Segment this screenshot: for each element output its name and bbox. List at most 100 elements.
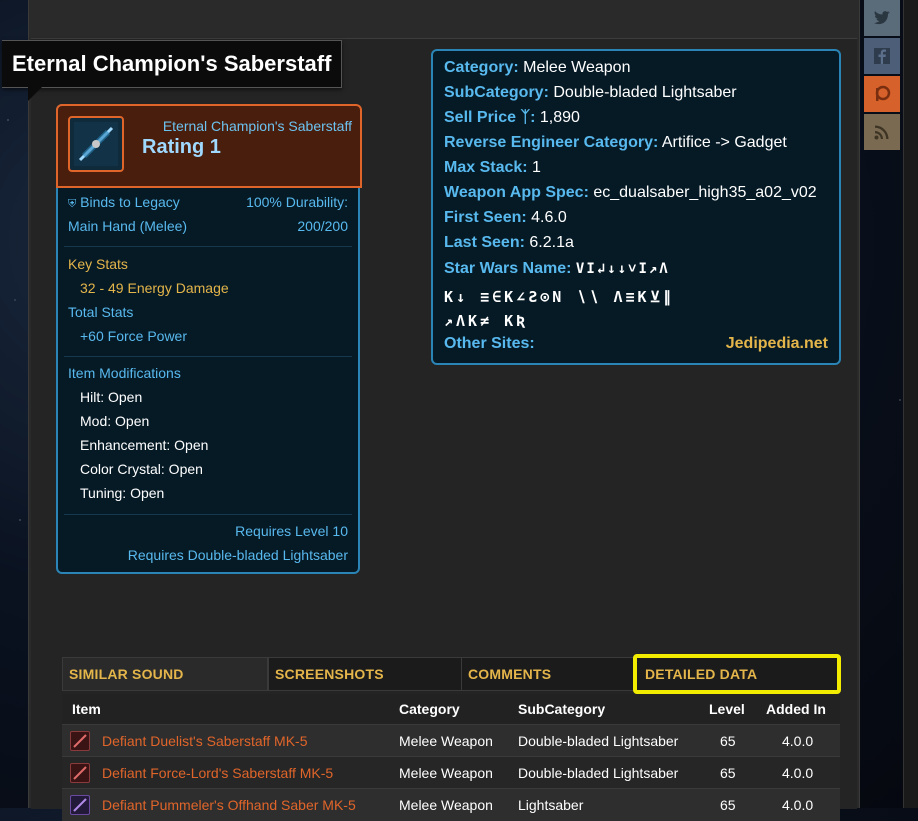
rss-button[interactable] <box>864 114 900 150</box>
header-level: Level <box>709 701 745 717</box>
total-stat-value: +60 Force Power <box>80 328 187 344</box>
re-category-row: Reverse Engineer Category: Artifice -> G… <box>444 134 787 152</box>
max-stack-label: Max Stack: <box>444 159 528 176</box>
divider <box>64 356 352 357</box>
mods-label: Item Modifications <box>68 365 181 381</box>
twitter-button[interactable] <box>864 0 900 36</box>
first-seen-value: 4.6.0 <box>531 209 567 226</box>
credits-icon: ᛉ <box>520 109 531 126</box>
last-seen-row: Last Seen: 6.2.1a <box>444 234 574 252</box>
saberstaff-icon <box>70 763 90 783</box>
star-wars-name-label: Star Wars Name: <box>444 260 572 277</box>
re-category-value: Artifice -> Gadget <box>661 134 787 151</box>
mod-tuning: Tuning: Open <box>80 485 165 501</box>
row-category: Melee Weapon <box>399 733 493 749</box>
aurebesh-line-3: ↗ΛK≠ KƦ <box>444 312 529 330</box>
row-added-in: 4.0.0 <box>782 733 814 749</box>
divider <box>64 246 352 247</box>
last-seen-value: 6.2.1a <box>529 234 574 251</box>
table-row[interactable]: Defiant Duelist's Saberstaff MK-5 Melee … <box>62 724 840 757</box>
weapon-spec-row: Weapon App Spec: ec_dualsaber_high35_a02… <box>444 184 817 202</box>
durability-value: 200/200 <box>297 218 348 234</box>
requires-level: Requires Level 10 <box>235 523 348 539</box>
weapon-spec-value: ec_dualsaber_high35_a02_v02 <box>593 184 817 201</box>
other-sites-label: Other Sites: <box>444 335 535 352</box>
item-info-box: Category: Melee Weapon SubCategory: Doub… <box>431 49 841 365</box>
category-label: Category: <box>444 59 519 76</box>
mod-enhancement: Enhancement: Open <box>80 437 209 453</box>
row-item-link[interactable]: Defiant Pummeler's Offhand Saber MK-5 <box>102 797 356 813</box>
aurebesh-line-1: VI↲↓↓˅Ι↗Λ <box>575 261 670 277</box>
category-value: Melee Weapon <box>523 59 631 76</box>
row-category: Melee Weapon <box>399 797 493 813</box>
durability-label: 100% Durability: <box>246 194 348 210</box>
other-sites-row: Other Sites: <box>444 335 535 353</box>
star-wars-name-row: Star Wars Name: VI↲↓↓˅Ι↗Λ <box>444 260 670 278</box>
page-scrollbar[interactable] <box>903 0 918 808</box>
aurebesh-line-2: K↓ ≡∈K∠Ƨ⊙Ν ∖∖ Λ≡K⊻∥ <box>444 288 675 306</box>
patreon-icon <box>875 85 891 101</box>
rss-icon <box>874 125 889 140</box>
row-level: 65 <box>720 797 736 813</box>
subcategory-value: Double-bladed Lightsaber <box>553 84 737 101</box>
subcategory-row: SubCategory: Double-bladed Lightsaber <box>444 84 737 102</box>
saberstaff-icon <box>68 116 124 172</box>
item-rating: Rating 1 <box>142 136 221 158</box>
divider <box>64 514 352 515</box>
table-header: Item Category SubCategory Level Added In <box>62 694 840 724</box>
tab-similar-sound[interactable]: SIMILAR SOUND <box>62 657 268 691</box>
tab-detailed-data[interactable]: DETAILED DATA <box>634 657 840 691</box>
table-row[interactable]: Defiant Force-Lord's Saberstaff MK-5 Mel… <box>62 756 840 789</box>
social-bar <box>864 0 900 152</box>
row-level: 65 <box>720 733 736 749</box>
sell-price-value: 1,890 <box>539 109 580 126</box>
row-item-link[interactable]: Defiant Duelist's Saberstaff MK-5 <box>102 733 308 749</box>
mod-mod: Mod: Open <box>80 413 150 429</box>
category-row: Category: Melee Weapon <box>444 59 630 77</box>
saberstaff-icon <box>70 731 90 751</box>
row-level: 65 <box>720 765 736 781</box>
shield-icon: ⛨ <box>68 198 77 210</box>
patreon-button[interactable] <box>864 76 900 112</box>
facebook-button[interactable] <box>864 38 900 74</box>
item-tooltip-header: Eternal Champion's Saberstaff Rating 1 <box>56 104 362 188</box>
sell-price-row: Sell Price ᛉ: 1,890 <box>444 109 580 126</box>
table-row[interactable]: Defiant Pummeler's Offhand Saber MK-5 Me… <box>62 788 840 821</box>
header-subcategory: SubCategory <box>518 701 606 717</box>
row-item-link[interactable]: Defiant Force-Lord's Saberstaff MK-5 <box>102 765 333 781</box>
requires-skill: Requires Double-bladed Lightsaber <box>127 547 348 563</box>
item-tooltip-card: Eternal Champion's Saberstaff Rating 1 ⛨… <box>56 104 362 574</box>
mod-hilt: Hilt: Open <box>80 389 143 405</box>
row-subcategory: Double-bladed Lightsaber <box>518 765 679 781</box>
header-item: Item <box>72 701 101 717</box>
total-stats-label: Total Stats <box>68 304 134 320</box>
binds-label: Binds to Legacy <box>80 194 180 210</box>
key-stat-value: 32 - 49 Energy Damage <box>80 280 229 296</box>
header-added-in: Added In <box>766 701 826 717</box>
row-added-in: 4.0.0 <box>782 765 814 781</box>
sell-price-label: Sell Price <box>444 109 517 126</box>
twitter-icon <box>874 11 890 25</box>
max-stack-value: 1 <box>532 159 541 176</box>
subcategory-label: SubCategory: <box>444 84 549 101</box>
tab-comments[interactable]: COMMENTS <box>461 657 634 691</box>
jedipedia-link[interactable]: Jedipedia.net <box>726 335 828 353</box>
row-category: Melee Weapon <box>399 765 493 781</box>
row-subcategory: Double-bladed Lightsaber <box>518 733 679 749</box>
key-stats-label: Key Stats <box>68 256 128 272</box>
tab-screenshots[interactable]: SCREENSHOTS <box>268 657 462 691</box>
row-subcategory: Lightsaber <box>518 797 584 813</box>
item-name: Eternal Champion's Saberstaff <box>162 118 352 134</box>
header-category: Category <box>399 701 460 717</box>
row-added-in: 4.0.0 <box>782 797 814 813</box>
lightsaber-icon <box>70 795 90 815</box>
first-seen-label: First Seen: <box>444 209 527 226</box>
re-category-label: Reverse Engineer Category: <box>444 134 659 151</box>
page-title: Eternal Champion's Saberstaff <box>2 40 343 101</box>
first-seen-row: First Seen: 4.6.0 <box>444 209 567 227</box>
max-stack-row: Max Stack: 1 <box>444 159 541 177</box>
weapon-spec-label: Weapon App Spec: <box>444 184 589 201</box>
tab-bar: SIMILAR SOUND SCREENSHOTS COMMENTS DETAI… <box>62 657 840 691</box>
mod-color-crystal: Color Crystal: Open <box>80 461 203 477</box>
facebook-icon <box>874 48 890 64</box>
